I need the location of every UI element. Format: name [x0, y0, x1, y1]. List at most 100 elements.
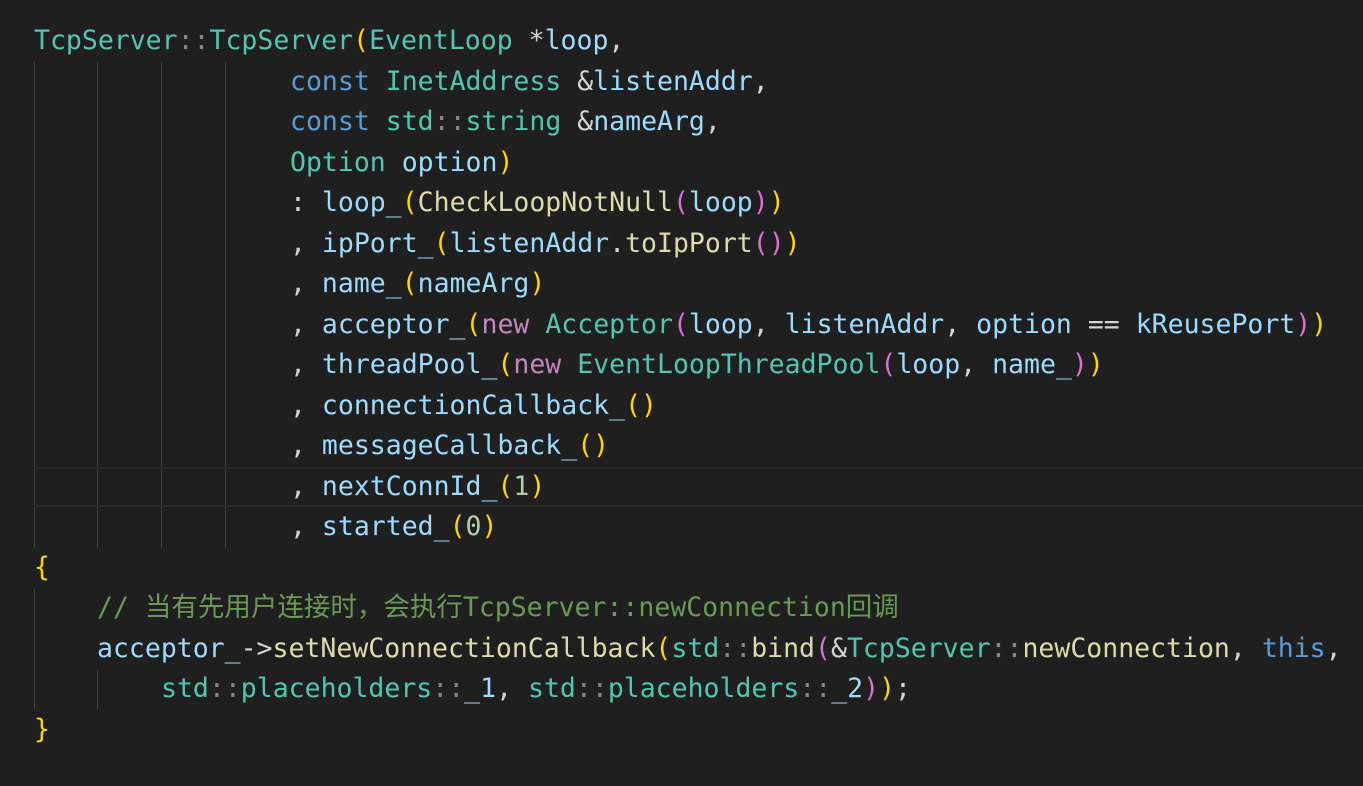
code-line-18[interactable]: }	[34, 710, 50, 750]
code-token: ::	[719, 633, 752, 664]
code-token: )	[768, 187, 785, 218]
code-token: 1	[513, 471, 530, 502]
code-token: TcpServer	[34, 25, 178, 56]
code-token: ()	[625, 390, 657, 421]
code-token: started_	[321, 511, 450, 542]
code-token: ,	[290, 471, 322, 502]
code-line-12[interactable]: , nextConnId_(1)	[290, 467, 545, 507]
code-token: loop_	[321, 187, 402, 218]
code-token: )	[879, 673, 896, 704]
code-token: std	[528, 673, 576, 704]
code-token: ::	[432, 673, 465, 704]
code-token: loop	[896, 349, 961, 380]
code-line-17[interactable]: std::placeholders::_1, std::placeholders…	[161, 669, 911, 709]
code-token: )	[752, 187, 769, 218]
code-line-1[interactable]: TcpServer::TcpServer(EventLoop *loop,	[34, 21, 624, 61]
code-token: .	[609, 228, 626, 259]
code-token: ,	[960, 349, 993, 380]
code-token: ,	[704, 106, 721, 137]
code-token: ,	[752, 66, 769, 97]
code-token: _1	[464, 673, 497, 704]
code-token: ,	[290, 309, 322, 340]
code-line-8[interactable]: , acceptor_(new Acceptor(loop, listenAdd…	[290, 305, 1327, 345]
code-token: EventLoop	[369, 25, 513, 56]
code-token: ,	[290, 228, 322, 259]
code-token: ::	[177, 25, 210, 56]
code-editor[interactable]: TcpServer::TcpServer(EventLoop *loop, co…	[0, 0, 1363, 786]
code-line-13[interactable]: , started_(0)	[290, 507, 497, 547]
code-token: const	[290, 66, 370, 97]
code-line-10[interactable]: , connectionCallback_()	[290, 386, 657, 426]
code-token: (	[449, 511, 466, 542]
code-line-5[interactable]: : loop_(CheckLoopNotNull(loop))	[290, 183, 785, 223]
code-line-16[interactable]: acceptor_->setNewConnectionCallback(std:…	[97, 629, 1342, 669]
code-token: listenAddr	[784, 309, 945, 340]
code-token: (	[465, 309, 482, 340]
code-token: threadPool_	[321, 349, 498, 380]
code-token: string	[465, 106, 562, 137]
code-token: ==	[1071, 309, 1136, 340]
code-line-11[interactable]: , messageCallback_()	[290, 426, 609, 466]
code-token: (	[497, 349, 514, 380]
code-line-15[interactable]: // 当有先用户连接时，会执行TcpServer::newConnection回…	[97, 588, 899, 628]
code-token: std	[161, 673, 209, 704]
code-token: toIpPort	[625, 228, 753, 259]
code-token: CheckLoopNotNull	[417, 187, 673, 218]
code-token: }	[34, 714, 50, 745]
code-token: )	[497, 147, 514, 178]
code-token: {	[34, 552, 50, 583]
code-line-3[interactable]: const std::string &nameArg,	[290, 102, 721, 142]
code-token: ,	[1229, 633, 1262, 664]
code-line-4[interactable]: Option option)	[290, 143, 513, 183]
indent-guide	[97, 670, 98, 710]
code-token: (	[497, 471, 514, 502]
code-token: EventLoopThreadPool	[577, 349, 881, 380]
code-line-2[interactable]: const InetAddress &listenAddr,	[290, 62, 769, 102]
code-token: ::	[575, 673, 608, 704]
code-token: (	[433, 228, 450, 259]
code-token: )	[1087, 349, 1104, 380]
code-token: newConnection	[1022, 633, 1230, 664]
code-token: kReusePort	[1135, 309, 1296, 340]
code-token: &	[561, 106, 594, 137]
code-token: std	[385, 106, 434, 137]
code-line-9[interactable]: , threadPool_(new EventLoopThreadPool(lo…	[290, 345, 1104, 385]
code-line-6[interactable]: , ipPort_(listenAddr.toIpPort())	[290, 224, 801, 264]
code-token: (	[401, 268, 418, 299]
code-token: ,	[608, 25, 625, 56]
code-token: connectionCallback_	[321, 390, 626, 421]
code-token: loop	[688, 309, 753, 340]
code-token: )	[529, 471, 546, 502]
code-token: this	[1261, 633, 1326, 664]
code-token: listenAddr	[449, 228, 610, 259]
code-token: loop	[544, 25, 609, 56]
code-token: (	[655, 633, 672, 664]
code-token: nameArg	[593, 106, 705, 137]
code-token: _2	[831, 673, 864, 704]
code-token: ,	[290, 268, 322, 299]
code-token: (	[815, 633, 831, 664]
code-token: ,	[496, 673, 529, 704]
code-token: setNewConnectionCallback	[272, 633, 656, 664]
code-line-7[interactable]: , name_(nameArg)	[290, 264, 545, 304]
code-token: placeholders	[607, 673, 800, 704]
code-token: ,	[752, 309, 785, 340]
code-token: (	[401, 187, 418, 218]
code-token: name_	[321, 268, 402, 299]
code-token: TcpServer	[209, 25, 354, 56]
code-token: TcpServer	[846, 633, 991, 664]
code-token: ,	[290, 430, 322, 461]
code-token: Option	[290, 147, 386, 178]
code-line-14[interactable]: {	[34, 548, 50, 588]
code-token: :	[290, 187, 322, 218]
code-token: )	[1295, 309, 1312, 340]
code-token: ::	[433, 106, 466, 137]
code-token: *	[512, 25, 545, 56]
code-token: ,	[944, 309, 977, 340]
code-token: )	[1311, 309, 1328, 340]
code-token: ::	[799, 673, 832, 704]
code-token: nextConnId_	[321, 471, 498, 502]
code-token: ,	[290, 511, 322, 542]
